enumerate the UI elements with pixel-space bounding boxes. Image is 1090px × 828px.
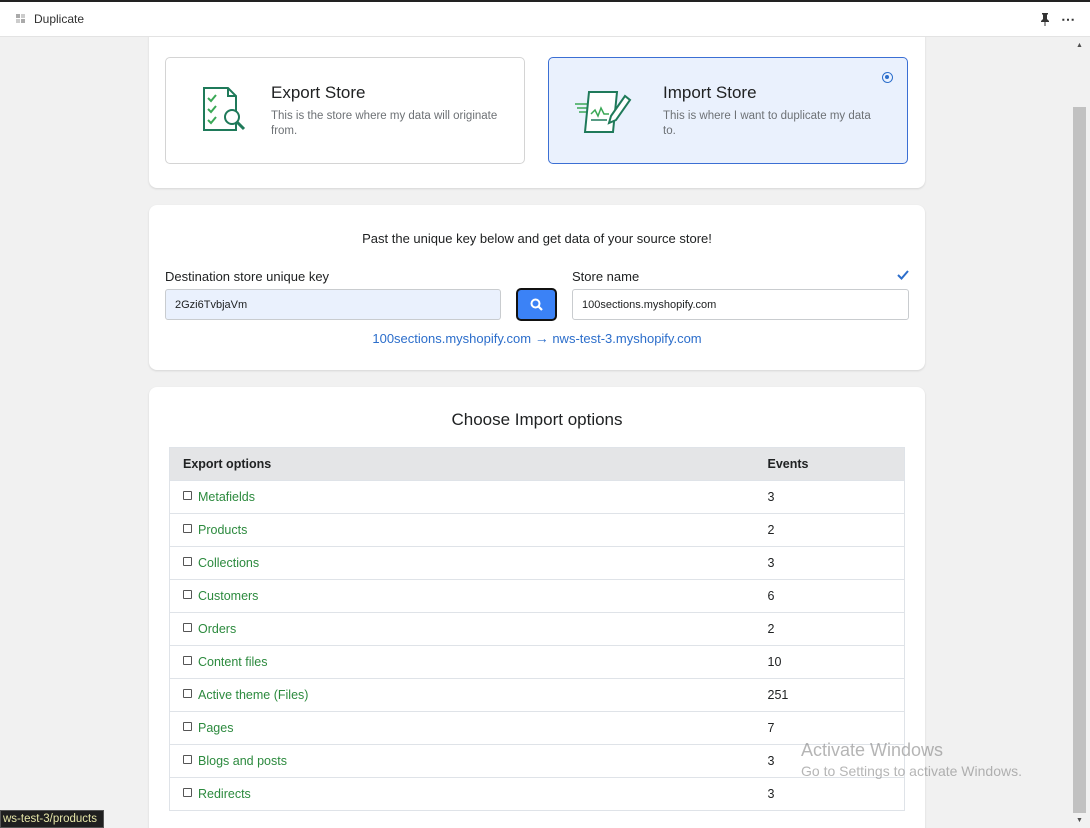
- option-checkbox[interactable]: [183, 722, 192, 732]
- option-label[interactable]: Redirects: [198, 787, 251, 801]
- watermark-subtitle: Go to Settings to activate Windows.: [801, 763, 1022, 779]
- table-row: Collections 3: [169, 546, 905, 580]
- option-label[interactable]: Products: [198, 523, 247, 537]
- checklist-search-icon: [196, 84, 252, 140]
- store-route: 100sections.myshopify.com → nws-test-3.m…: [149, 330, 925, 346]
- option-label[interactable]: Customers: [198, 589, 258, 603]
- events-count: 3: [759, 777, 905, 811]
- option-checkbox[interactable]: [183, 557, 192, 567]
- more-options-icon[interactable]: ⋯: [1061, 11, 1075, 28]
- title-bar: Duplicate ⋯: [0, 0, 1090, 37]
- unique-key-card: Past the unique key below and get data o…: [149, 205, 925, 370]
- table-row: Products 2: [169, 513, 905, 547]
- unique-key-input[interactable]: [165, 289, 501, 320]
- table-header-row: Export options Events: [169, 447, 905, 481]
- table-row: Redirects 3: [169, 777, 905, 811]
- import-store-option[interactable]: Import Store This is where I want to dup…: [548, 57, 908, 164]
- table-row: Blogs and posts 3: [169, 744, 905, 778]
- option-checkbox[interactable]: [183, 656, 192, 666]
- status-bar-url: ws-test-3/products: [0, 810, 104, 828]
- export-store-option[interactable]: Export Store This is the store where my …: [165, 57, 525, 164]
- table-row: Pages 7: [169, 711, 905, 745]
- events-count: 6: [759, 579, 905, 613]
- option-label[interactable]: Collections: [198, 556, 259, 570]
- watermark-title: Activate Windows: [801, 740, 944, 760]
- arrow-right-icon: →: [534, 330, 549, 346]
- app-icon: [16, 14, 25, 23]
- table-row: Active theme (Files) 251: [169, 678, 905, 712]
- table-row: Customers 6: [169, 579, 905, 613]
- import-store-title: Import Store: [663, 83, 757, 102]
- column-header-events: Events: [759, 447, 905, 481]
- route-source-store: 100sections.myshopify.com: [372, 331, 532, 346]
- option-checkbox[interactable]: [183, 755, 192, 765]
- import-options-heading: Choose Import options: [451, 410, 623, 429]
- activation-watermark: Activate Windows Go to Settings to activ…: [801, 740, 1022, 779]
- option-label[interactable]: Content files: [198, 655, 267, 669]
- main-content: Export Store This is the store where my …: [0, 37, 1072, 828]
- events-count: 3: [759, 480, 905, 514]
- events-count: 251: [759, 678, 905, 712]
- events-count: 10: [759, 645, 905, 679]
- option-label[interactable]: Pages: [198, 721, 233, 735]
- option-label[interactable]: Orders: [198, 622, 236, 636]
- option-checkbox[interactable]: [183, 524, 192, 534]
- search-icon: [530, 298, 543, 311]
- option-checkbox[interactable]: [183, 689, 192, 699]
- scroll-down-arrow-icon[interactable]: ▼: [1076, 817, 1083, 824]
- table-row: Content files 10: [169, 645, 905, 679]
- events-count: 3: [759, 546, 905, 580]
- store-name-input[interactable]: [572, 289, 909, 320]
- option-label[interactable]: Active theme (Files): [198, 688, 308, 702]
- search-button[interactable]: [516, 288, 557, 321]
- option-label[interactable]: Blogs and posts: [198, 754, 287, 768]
- export-store-description: This is the store where my data will ori…: [271, 110, 498, 137]
- vertical-scrollbar[interactable]: ▲ ▼: [1072, 37, 1090, 828]
- option-checkbox[interactable]: [183, 491, 192, 501]
- import-store-description: This is where I want to duplicate my dat…: [663, 110, 871, 137]
- check-icon: [897, 268, 909, 280]
- pin-icon[interactable]: [1039, 12, 1051, 26]
- scroll-thumb[interactable]: [1073, 107, 1086, 813]
- table-row: Metafields 3: [169, 480, 905, 514]
- store-type-card: Export Store This is the store where my …: [149, 37, 925, 188]
- option-checkbox[interactable]: [183, 623, 192, 633]
- import-options-table: Export options Events Metafields 3 Produ…: [169, 447, 905, 811]
- scroll-up-arrow-icon[interactable]: ▲: [1076, 42, 1083, 49]
- column-header-export-options: Export options: [169, 447, 760, 481]
- events-count: 2: [759, 513, 905, 547]
- option-checkbox[interactable]: [183, 590, 192, 600]
- option-label[interactable]: Metafields: [198, 490, 255, 504]
- unique-key-heading: Past the unique key below and get data o…: [362, 231, 712, 246]
- store-name-label: Store name: [572, 269, 640, 284]
- route-destination-store: nws-test-3.myshopify.com: [552, 331, 702, 346]
- events-count: 2: [759, 612, 905, 646]
- option-checkbox[interactable]: [183, 788, 192, 798]
- key-field-label: Destination store unique key: [165, 269, 330, 284]
- export-store-title: Export Store: [271, 83, 366, 102]
- document-pen-icon: [571, 84, 641, 140]
- table-row: Orders 2: [169, 612, 905, 646]
- window-title: Duplicate: [34, 12, 85, 26]
- selected-radio-icon[interactable]: [882, 72, 893, 83]
